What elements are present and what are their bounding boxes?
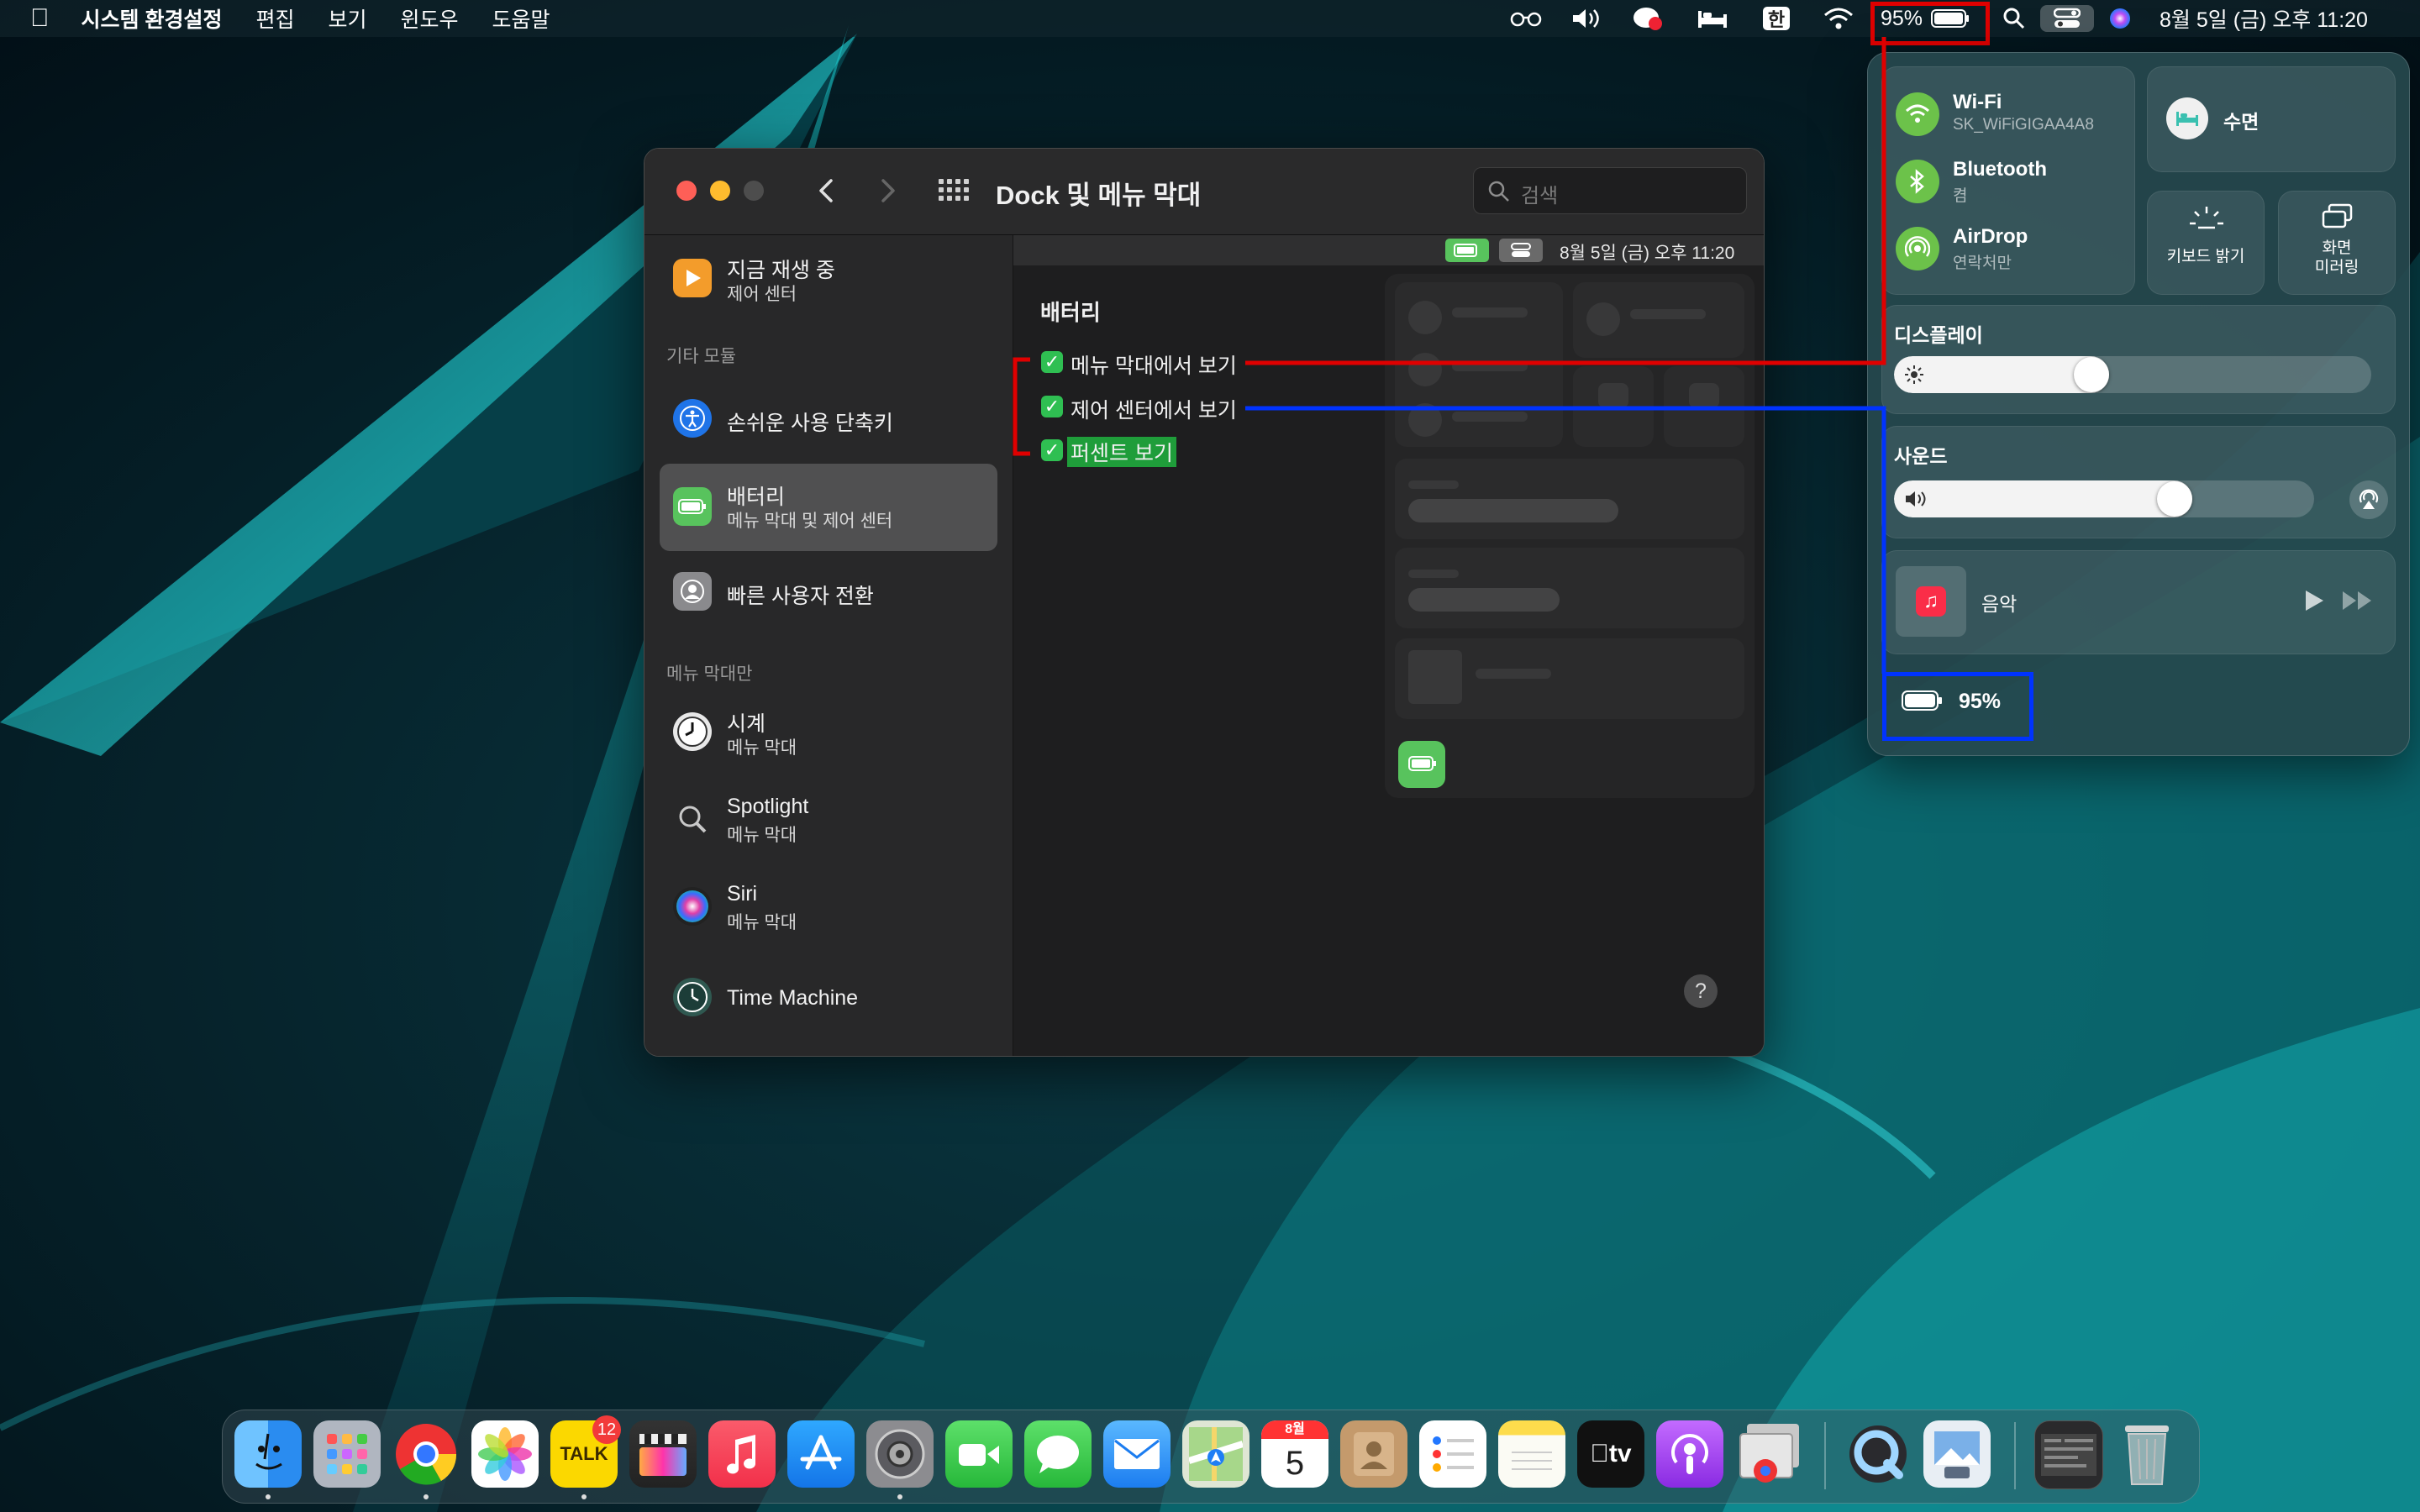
trash-icon[interactable]	[2113, 1420, 2181, 1488]
music-icon[interactable]	[708, 1420, 776, 1488]
chrome-icon[interactable]	[392, 1420, 460, 1488]
contacts-icon[interactable]	[1340, 1420, 1407, 1488]
notes-icon[interactable]	[1498, 1420, 1565, 1488]
apple-tv-label: tv	[1599, 1440, 1632, 1467]
podcasts-icon[interactable]	[1656, 1420, 1723, 1488]
messages-icon[interactable]	[1024, 1420, 1092, 1488]
maps-icon[interactable]	[1182, 1420, 1249, 1488]
facetime-icon[interactable]	[945, 1420, 1013, 1488]
calendar-month: 8월	[1261, 1420, 1328, 1439]
launchpad-icon[interactable]	[313, 1420, 381, 1488]
final-cut-clapper-icon[interactable]	[629, 1420, 697, 1488]
annotation-lines	[1013, 37, 1886, 674]
annotation-cc-battery-box	[1882, 672, 2033, 741]
running-indicator	[266, 1494, 271, 1499]
app-store-icon[interactable]	[787, 1420, 855, 1488]
chrome-apps-icon[interactable]	[1735, 1420, 1802, 1488]
finder-icon[interactable]	[234, 1420, 302, 1488]
photos-icon[interactable]	[471, 1420, 539, 1488]
system-preferences-icon[interactable]	[866, 1420, 934, 1488]
running-indicator	[581, 1494, 587, 1499]
kakaotalk-badge: 12	[592, 1415, 621, 1444]
preview-app-icon[interactable]	[1923, 1420, 1991, 1488]
dock-divider	[1824, 1422, 1826, 1489]
quicktime-icon[interactable]	[1844, 1420, 1912, 1488]
running-indicator	[424, 1494, 429, 1499]
apple-tv-icon[interactable]: tv	[1577, 1420, 1644, 1488]
mail-icon[interactable]	[1103, 1420, 1171, 1488]
calendar-day: 5	[1285, 1445, 1305, 1482]
reminders-icon[interactable]	[1419, 1420, 1486, 1488]
running-indicator	[897, 1494, 902, 1499]
kakaotalk-label: TALK	[560, 1443, 608, 1464]
dock: TALK 12 8월 5 tv	[222, 1410, 2200, 1504]
calendar-icon[interactable]: 8월 5	[1261, 1420, 1328, 1488]
dock-divider	[2014, 1422, 2016, 1489]
downloads-stack-icon[interactable]	[2034, 1420, 2103, 1489]
